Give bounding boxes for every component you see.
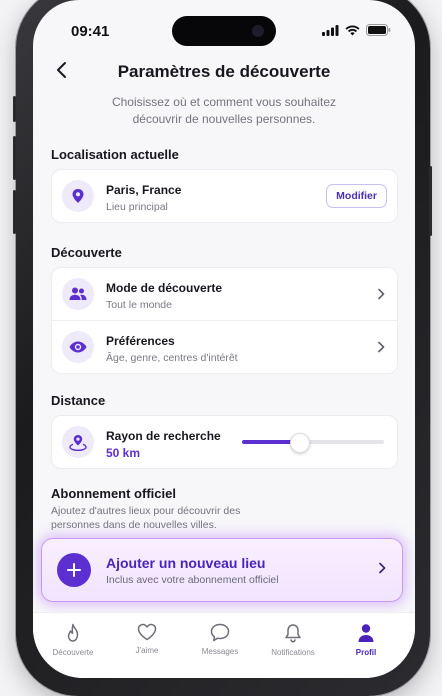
subtitle-line-1: Choisissez où et comment vous souhaitez <box>111 95 337 109</box>
people-icon <box>69 287 87 300</box>
dynamic-island <box>172 16 276 46</box>
distance-row: Rayon de recherche 50 km <box>52 416 397 468</box>
tab-likes[interactable]: J'aime <box>112 623 182 655</box>
tab-likes-label: J'aime <box>135 646 159 655</box>
preferences-icon-circle <box>62 331 94 363</box>
battery-icon <box>366 24 391 36</box>
modify-location-button[interactable]: Modifier <box>326 184 387 208</box>
chat-bubble-icon <box>210 623 230 642</box>
discovery-mode-subtitle: Tout le monde <box>106 299 172 311</box>
heart-icon <box>137 623 157 641</box>
chevron-right-icon <box>379 562 386 574</box>
location-icon-circle <box>62 180 94 212</box>
tab-bar: Découverte J'aime Messages Notifications <box>33 612 415 678</box>
tab-discovery[interactable]: Découverte <box>38 623 108 657</box>
location-city: Paris, France <box>106 183 182 197</box>
preferences-title: Préférences <box>106 334 175 348</box>
section-title-distance: Distance <box>51 393 106 408</box>
app-screen: 09:41 Paramètres de découverte Choisisse… <box>33 0 415 678</box>
tab-discovery-label: Découverte <box>52 648 94 657</box>
volume-down-button <box>13 190 16 234</box>
volume-up-button <box>13 136 16 180</box>
plus-icon <box>67 563 81 577</box>
section-title-subscription: Abonnement officiel <box>51 486 176 501</box>
location-pin-icon <box>72 189 84 203</box>
profile-icon <box>358 624 374 642</box>
radius-pin-icon <box>69 435 87 451</box>
page-title: Paramètres de découverte <box>117 62 331 81</box>
subtitle-line-2: découvrir de nouvelles personnes. <box>132 112 316 126</box>
distance-card: Rayon de recherche 50 km <box>51 415 398 469</box>
discovery-mode-title: Mode de découverte <box>106 281 223 295</box>
tab-profile[interactable]: Profil <box>331 623 401 657</box>
subscription-description-line-2: personnes dans de nouvelles villes. <box>51 519 217 531</box>
eye-icon <box>69 341 87 353</box>
chevron-right-icon <box>378 288 385 300</box>
slider-thumb[interactable] <box>289 433 310 453</box>
discovery-mode-icon-circle <box>62 278 94 310</box>
location-row: Paris, France Lieu principal Modifier <box>52 170 397 222</box>
cellular-signal-icon <box>322 24 339 36</box>
add-location-title: Ajouter un nouveau lieu <box>106 555 266 571</box>
tab-messages[interactable]: Messages <box>185 623 255 656</box>
action-button <box>13 96 16 122</box>
distance-label: Rayon de recherche <box>106 429 221 443</box>
section-title-location: Localisation actuelle <box>51 147 179 162</box>
tab-profile-label: Profil <box>355 648 377 657</box>
tab-messages-label: Messages <box>201 647 239 656</box>
tab-notifications[interactable]: Notifications <box>258 623 328 657</box>
discovery-card: Mode de découverte Tout le monde Préfére… <box>51 267 398 374</box>
power-button <box>429 166 432 236</box>
preferences-row[interactable]: Préférences Âge, genre, centres d'intérê… <box>52 320 397 373</box>
subscription-description: Ajoutez d'autres lieux pour découvrir de… <box>51 504 271 532</box>
add-location-button[interactable]: Ajouter un nouveau lieu Inclus avec votr… <box>41 538 403 602</box>
bell-icon <box>285 624 301 643</box>
subscription-description-line-1: Ajoutez d'autres lieux pour découvrir de… <box>51 505 241 517</box>
preferences-subtitle: Âge, genre, centres d'intérêt <box>106 352 238 364</box>
location-card: Paris, France Lieu principal Modifier <box>51 169 398 223</box>
distance-icon-circle <box>62 426 94 458</box>
section-title-discovery: Découverte <box>51 245 122 260</box>
location-subtitle: Lieu principal <box>106 201 168 213</box>
add-location-subtitle: Inclus avec votre abonnement officiel <box>106 574 279 586</box>
discovery-mode-row[interactable]: Mode de découverte Tout le monde <box>52 268 397 320</box>
status-icons <box>322 24 391 36</box>
plus-icon-circle <box>57 553 91 587</box>
wifi-icon <box>345 25 360 35</box>
distance-slider[interactable] <box>242 433 384 453</box>
distance-value: 50 km <box>106 446 141 460</box>
flame-icon <box>67 623 79 642</box>
chevron-right-icon <box>378 341 385 353</box>
tab-notifications-label: Notifications <box>271 648 315 657</box>
page-subtitle: Choisissez où et comment vous souhaitez … <box>73 94 375 128</box>
status-time: 09:41 <box>71 23 110 40</box>
